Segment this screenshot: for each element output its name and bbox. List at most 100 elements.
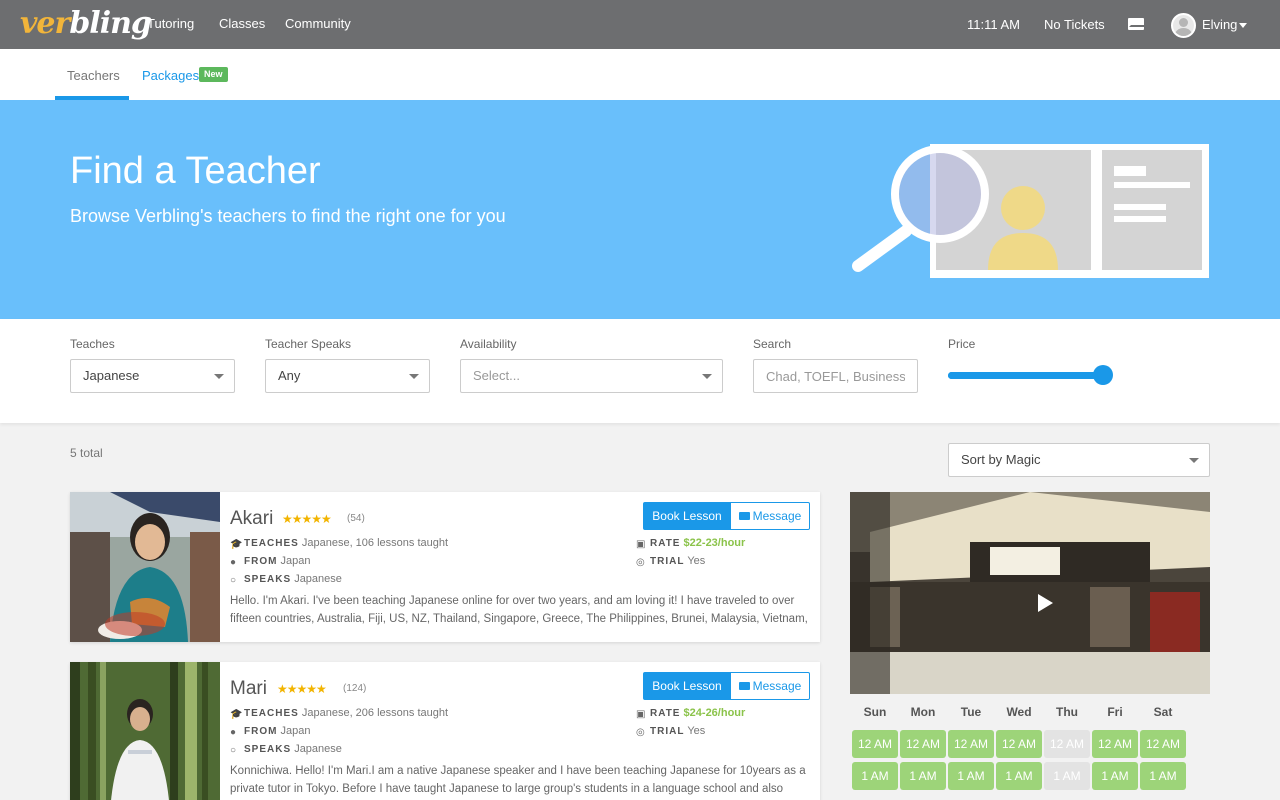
teacher-description: Hello. I'm Akari. I've been teaching Jap… — [230, 595, 808, 625]
trial-key: TRIAL — [650, 726, 685, 737]
teacher-card[interactable]: Mari ★★★★★ (124) 🎓 TEACHES Japanese, 206 … — [70, 662, 820, 800]
time-slot: 1 AM — [1044, 762, 1090, 790]
sort-select[interactable]: Sort by Magic — [948, 443, 1210, 477]
availability-label: Availability — [460, 337, 517, 351]
message-button-label: Message — [752, 509, 802, 523]
time-slot[interactable]: 1 AM — [996, 762, 1042, 790]
teacher-name[interactable]: Mari — [230, 678, 267, 700]
teacher-card[interactable]: Akari ★★★★★ (54) 🎓 TEACHES Japanese, 106 … — [70, 492, 820, 642]
price-slider-handle[interactable] — [1093, 365, 1113, 385]
teacher-name[interactable]: Akari — [230, 508, 273, 530]
message-button[interactable]: Message — [730, 502, 810, 530]
from-value: Japan — [280, 725, 311, 737]
clock-time: 11:11 AM — [967, 17, 1020, 32]
teacher-photo[interactable] — [70, 492, 220, 642]
logo-part-accent: bling — [69, 6, 152, 41]
nav-community[interactable]: Community — [285, 16, 351, 32]
page-subtitle: Browse Verbling's teachers to find the r… — [70, 206, 506, 226]
availability-select[interactable]: Select... — [460, 359, 723, 393]
money-icon: ▣ — [636, 709, 646, 720]
rate-value: $24-26/hour — [683, 707, 746, 719]
user-avatar[interactable] — [1171, 13, 1196, 38]
teaches-select[interactable]: Japanese — [70, 359, 235, 393]
trial-value: Yes — [687, 725, 706, 737]
chevron-down-icon — [1189, 458, 1199, 463]
mail-icon[interactable] — [1128, 18, 1147, 30]
from-key: FROM — [244, 726, 278, 737]
time-slot[interactable]: 12 AM — [1092, 730, 1138, 758]
time-slot[interactable]: 1 AM — [900, 762, 946, 790]
time-slot[interactable]: 1 AM — [948, 762, 994, 790]
search-input[interactable] — [753, 359, 918, 393]
sort-value: Sort by Magic — [961, 452, 1041, 467]
teaches-value: Japanese, 106 lessons taught — [301, 537, 449, 549]
money-icon: ▣ — [636, 539, 646, 550]
rate-key: RATE — [650, 708, 681, 719]
rate-key: RATE — [650, 538, 681, 549]
teaches-key: TEACHES — [244, 708, 299, 719]
time-slot[interactable]: 12 AM — [1140, 730, 1186, 758]
tickets-link[interactable]: No Tickets — [1044, 17, 1105, 33]
speaks-value: Japanese — [294, 573, 342, 585]
chevron-down-icon — [702, 374, 712, 379]
schedule-day-thu: Thu — [1056, 705, 1078, 719]
magnifier-id-card-illustration — [852, 144, 1209, 278]
time-slot[interactable]: 1 AM — [1140, 762, 1186, 790]
from-value: Japan — [280, 555, 311, 567]
teaches-value: Japanese — [83, 368, 140, 383]
from-key: FROM — [244, 556, 278, 567]
rate-info: ▣ RATE $24-26/hour — [636, 706, 745, 721]
globe-icon: ● — [230, 557, 237, 568]
search-label: Search — [753, 337, 792, 351]
time-slot[interactable]: 12 AM — [996, 730, 1042, 758]
graduation-cap-icon: 🎓 — [230, 539, 243, 550]
speaks-value: Japanese — [294, 743, 342, 755]
teaches-value: Japanese, 206 lessons taught — [301, 707, 449, 719]
message-button[interactable]: Message — [730, 672, 810, 700]
price-slider-track[interactable] — [948, 372, 1108, 379]
teaches-key: TEACHES — [244, 538, 299, 549]
review-count: (124) — [343, 683, 367, 694]
top-navbar: verbling Tutoring Classes Community 11:1… — [0, 0, 1280, 49]
tab-packages[interactable]: Packages — [142, 68, 199, 84]
rate-value: $22-23/hour — [683, 537, 746, 549]
user-name[interactable]: Elving — [1202, 17, 1237, 33]
teacher-description: Konnichiwa. Hello! I'm Mari.I am a nativ… — [230, 765, 806, 795]
teacher-photo[interactable] — [70, 662, 220, 800]
schedule-day-fri: Fri — [1107, 705, 1123, 719]
sub-navbar: Teachers Packages New — [0, 49, 1280, 100]
speaks-key: SPEAKS — [244, 574, 292, 585]
teacher-speaks-select[interactable]: Any — [265, 359, 430, 393]
book-lesson-button[interactable]: Book Lesson — [643, 502, 731, 530]
nav-classes[interactable]: Classes — [219, 16, 265, 32]
time-slot[interactable]: 1 AM — [1092, 762, 1138, 790]
chevron-down-icon — [409, 374, 419, 379]
message-button-label: Message — [752, 679, 802, 693]
time-slot[interactable]: 1 AM — [852, 762, 898, 790]
speaks-info: ○ SPEAKS Japanese — [230, 572, 342, 587]
book-lesson-button[interactable]: Book Lesson — [643, 672, 731, 700]
tab-teachers[interactable]: Teachers — [67, 68, 120, 84]
trial-info: ◎ TRIAL Yes — [636, 724, 705, 739]
speaks-info: ○ SPEAKS Japanese — [230, 742, 342, 757]
play-icon[interactable] — [1038, 594, 1053, 612]
time-slot[interactable]: 12 AM — [852, 730, 898, 758]
teaches-info: 🎓 TEACHES Japanese, 206 lessons taught — [230, 706, 448, 721]
schedule-day-sun: Sun — [863, 705, 887, 719]
teacher-intro-video[interactable] — [850, 492, 1210, 694]
speech-bubble-icon: ○ — [230, 575, 237, 586]
time-slot[interactable]: 12 AM — [900, 730, 946, 758]
verbling-logo[interactable]: verbling — [20, 6, 152, 41]
schedule-day-mon: Mon — [910, 705, 936, 719]
time-slot: 12 AM — [1044, 730, 1090, 758]
nav-tutoring[interactable]: Tutoring — [147, 16, 194, 32]
chevron-down-icon — [214, 374, 224, 379]
schedule-day-wed: Wed — [1006, 705, 1032, 719]
teacher-speaks-value: Any — [278, 368, 301, 383]
chevron-down-icon[interactable] — [1239, 23, 1247, 28]
target-icon: ◎ — [636, 557, 645, 568]
time-slot[interactable]: 12 AM — [948, 730, 994, 758]
globe-icon: ● — [230, 727, 237, 738]
teaches-info: 🎓 TEACHES Japanese, 106 lessons taught — [230, 536, 448, 551]
teaches-label: Teaches — [70, 337, 115, 351]
